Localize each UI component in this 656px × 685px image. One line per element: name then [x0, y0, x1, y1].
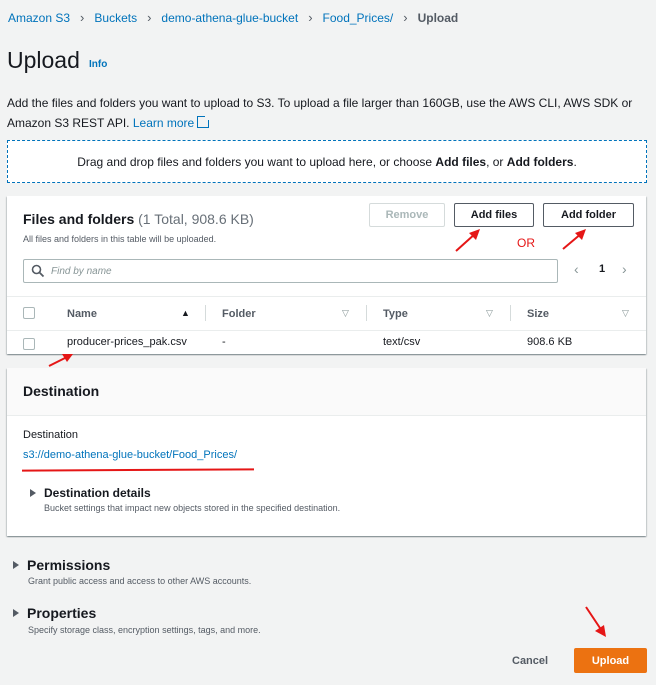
page-description: Add the files and folders you want to up…: [7, 93, 647, 133]
dropzone-text-or: , or: [486, 154, 504, 169]
chevron-right-icon: ›: [80, 10, 85, 25]
learn-more-link[interactable]: Learn more: [133, 115, 211, 130]
upload-dropzone[interactable]: Drag and drop files and folders you want…: [7, 140, 647, 183]
breadcrumb-bucket[interactable]: demo-athena-glue-bucket: [161, 11, 298, 25]
table-header-divider: [7, 330, 646, 331]
breadcrumb-current: Upload: [417, 10, 459, 25]
previous-page-icon[interactable]: ‹: [574, 261, 579, 277]
search-placeholder: Find by name: [51, 265, 112, 277]
search-icon: [31, 264, 45, 278]
column-header-name[interactable]: Name: [67, 297, 97, 330]
chevron-right-icon: ›: [147, 10, 152, 25]
caret-right-icon: [13, 609, 19, 617]
files-panel-title: Files and folders (1 Total, 908.6 KB): [23, 211, 254, 227]
column-divider: [205, 305, 206, 321]
column-header-folder[interactable]: Folder: [222, 297, 256, 330]
add-files-button[interactable]: Add files: [454, 203, 534, 227]
page-title: Upload: [7, 47, 80, 73]
breadcrumb-folder[interactable]: Food_Prices/: [323, 11, 394, 25]
destination-label: Destination: [23, 429, 79, 441]
caret-right-icon: [13, 561, 19, 569]
external-link-icon: [197, 115, 211, 128]
select-all-checkbox[interactable]: [23, 307, 35, 319]
or-annotation: OR: [517, 236, 535, 250]
destination-details-subtitle: Bucket settings that impact new objects …: [44, 503, 341, 513]
caret-right-icon: [30, 489, 36, 497]
dropzone-text: Drag and drop files and folders you want…: [77, 154, 433, 169]
permissions-toggle[interactable]: Permissions: [13, 557, 110, 573]
row-folder: -: [222, 336, 226, 348]
page-number[interactable]: 1: [599, 263, 605, 275]
info-link[interactable]: Info: [89, 59, 107, 70]
column-divider: [366, 305, 367, 321]
sort-icon[interactable]: ▽: [486, 308, 493, 319]
column-header-size[interactable]: Size: [527, 297, 549, 330]
row-size: 908.6 KB: [527, 336, 573, 348]
row-checkbox[interactable]: [23, 338, 35, 350]
destination-header: [7, 368, 646, 416]
sort-icon[interactable]: ▽: [622, 308, 629, 319]
add-folder-button[interactable]: Add folder: [543, 203, 634, 227]
destination-details-title: Destination details: [44, 486, 151, 500]
annotation-arrow-file: [48, 354, 73, 367]
row-type: text/csv: [383, 336, 421, 348]
properties-toggle[interactable]: Properties: [13, 605, 96, 621]
breadcrumb-buckets[interactable]: Buckets: [94, 11, 137, 25]
dropzone-add-folders: Add folders: [506, 154, 574, 169]
cancel-button[interactable]: Cancel: [512, 655, 548, 667]
row-file-name: producer-prices_pak.csv: [67, 336, 187, 348]
dropzone-add-files: Add files: [435, 154, 487, 169]
next-page-icon[interactable]: ›: [622, 261, 627, 277]
column-header-type[interactable]: Type: [383, 297, 408, 330]
sort-icon[interactable]: ▽: [342, 308, 349, 319]
breadcrumb: Amazon S3 › Buckets › demo-athena-glue-b…: [8, 10, 458, 25]
properties-title: Properties: [27, 605, 97, 621]
description-text: Add the files and folders you want to up…: [7, 96, 633, 130]
annotation-arrow-upload: [585, 606, 606, 637]
chevron-right-icon: ›: [403, 10, 408, 25]
properties-subtitle: Specify storage class, encryption settin…: [28, 625, 261, 635]
permissions-title: Permissions: [27, 557, 111, 573]
table-top-divider: [7, 296, 646, 297]
annotation-arrow-add-files: [455, 229, 480, 252]
dropzone-text-end: .: [573, 154, 577, 169]
column-divider: [510, 305, 511, 321]
remove-button[interactable]: Remove: [369, 203, 445, 227]
destination-details-toggle[interactable]: Destination details: [30, 486, 151, 500]
find-by-name-input[interactable]: Find by name: [23, 259, 558, 283]
sort-ascending-icon[interactable]: ▲: [181, 308, 190, 318]
breadcrumb-amazon-s3[interactable]: Amazon S3: [8, 11, 70, 25]
upload-button[interactable]: Upload: [574, 648, 647, 673]
chevron-right-icon: ›: [308, 10, 313, 25]
files-panel-subtitle: All files and folders in this table will…: [23, 234, 217, 244]
files-title-text: Files and folders: [23, 211, 135, 227]
permissions-subtitle: Grant public access and access to other …: [28, 576, 252, 586]
files-count: (1 Total, 908.6 KB): [138, 211, 254, 227]
destination-path-link[interactable]: s3://demo-athena-glue-bucket/Food_Prices…: [23, 449, 237, 461]
destination-title: Destination: [23, 383, 100, 399]
annotation-arrow-add-folder: [562, 229, 586, 250]
